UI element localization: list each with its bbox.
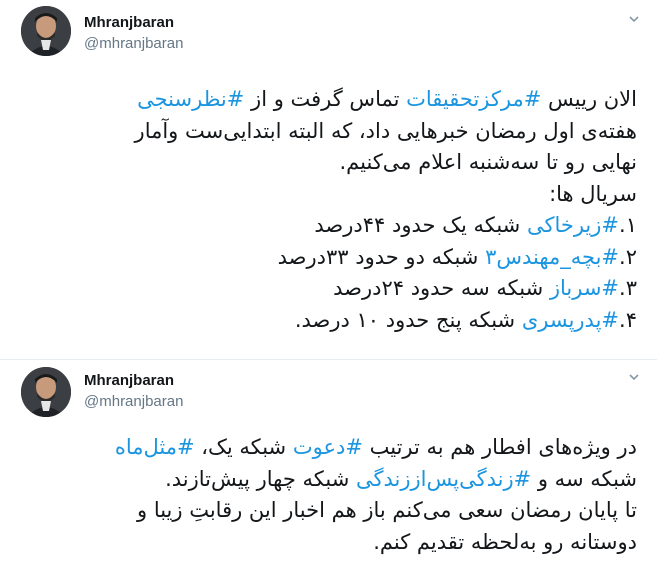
tweet-text-segment: شبکه سه حدود ۲۴درصد [333, 276, 550, 300]
avatar[interactable] [21, 367, 71, 417]
hashtag-link[interactable]: #زندگی‌پس‌اززندگی [356, 467, 531, 491]
tweet-line: تا پایان رمضان سعی می‌کنم باز هم اخبار ا… [20, 495, 637, 527]
tweet-2: Mhranjbaran @mhranjbaran در ویژه‌های افط… [0, 360, 657, 577]
hashtag-link[interactable]: #بچه_مهندس۳ [485, 245, 619, 269]
tweet-text-segment: ۴. [619, 307, 637, 332]
tweet-line: ۴.#پدرپسری شبکه پنج حدود ۱۰ درصد. [20, 305, 637, 337]
tweet-text-segment: شبکه یک حدود ۴۴درصد [314, 213, 527, 237]
hashtag-link[interactable]: #نظرسنجی [137, 87, 244, 111]
tweet-line: نهایی رو تا سه‌شنبه اعلام می‌کنیم. [20, 147, 637, 179]
tweet-line: شبکه سه و #زندگی‌پس‌اززندگی شبکه چهار پی… [20, 464, 637, 496]
tweet-line: ۱.#زیرخاکی شبکه یک حدود ۴۴درصد [20, 210, 637, 242]
tweet-text-segment: ۳. [619, 276, 637, 300]
tweet-text-segment: شبکه یک، [194, 435, 293, 459]
tweet-line: ۲.#بچه_مهندس۳ شبکه دو حدود ۳۳درصد [20, 242, 637, 274]
author-name[interactable]: Mhranjbaran [84, 14, 174, 31]
tweet-text-segment: تا پایان رمضان سعی می‌کنم باز هم اخبار ا… [137, 498, 637, 522]
hashtag-link[interactable]: #مثل‌ماه [115, 435, 195, 459]
chevron-down-icon[interactable] [627, 370, 641, 384]
tweet-text-segment: تماس گرفت و از [244, 87, 407, 111]
author-handle[interactable]: @mhranjbaran [84, 35, 183, 52]
avatar[interactable] [21, 6, 71, 56]
hashtag-link[interactable]: #زیرخاکی [527, 213, 619, 237]
tweet-text-segment: هفته‌ی اول رمضان خبرهایی داد، که البته ا… [134, 118, 637, 143]
tweet-text-segment: نهایی رو تا سه‌شنبه اعلام می‌کنیم. [339, 150, 637, 174]
chevron-down-icon[interactable] [627, 12, 641, 26]
tweet-line: هفته‌ی اول رمضان خبرهایی داد، که البته ا… [20, 116, 637, 148]
tweet-1: Mhranjbaran @mhranjbaran الان رییس #مرکز… [0, 0, 657, 360]
author-handle[interactable]: @mhranjbaran [84, 393, 183, 410]
author-name[interactable]: Mhranjbaran [84, 372, 174, 389]
hashtag-link[interactable]: #مرکزتحقیقات [406, 87, 541, 111]
tweet-text-segment: دوستانه رو به‌لحظه تقدیم کنم. [373, 529, 637, 554]
tweet-line: در ویژه‌های افطار هم به ترتیب #دعوت شبکه… [20, 432, 637, 464]
tweet-text-segment: شبکه پنج حدود ۱۰ درصد. [294, 307, 522, 332]
hashtag-link[interactable]: #دعوت [293, 435, 363, 459]
tweet-line: دوستانه رو به‌لحظه تقدیم کنم. [20, 527, 637, 559]
tweet-text-segment: الان رییس [541, 87, 637, 111]
tweet-text-segment: ۲. [619, 244, 637, 269]
tweet-text: در ویژه‌های افطار هم به ترتیب #دعوت شبکه… [20, 432, 637, 558]
hashtag-link[interactable]: #پدرپسری [522, 308, 619, 332]
hashtag-link[interactable]: #سرباز [550, 276, 619, 300]
tweet-text-segment: شبکه سه و [531, 466, 637, 491]
tweet-text-segment: شبکه چهار پیش‌تازند. [165, 466, 356, 491]
tweet-text-segment: شبکه دو حدود ۳۳درصد [277, 244, 486, 269]
tweet-line: ۳.#سرباز شبکه سه حدود ۲۴درصد [20, 273, 637, 305]
tweet-text-segment: ۱. [619, 213, 637, 237]
tweet-text: الان رییس #مرکزتحقیقات تماس گرفت و از #ن… [20, 84, 637, 336]
tweet-line: سریال ها: [20, 179, 637, 211]
tweet-text-segment: در ویژه‌های افطار هم به ترتیب [362, 435, 637, 459]
tweet-text-segment: سریال ها: [549, 181, 637, 206]
tweet-line: الان رییس #مرکزتحقیقات تماس گرفت و از #ن… [20, 84, 637, 116]
